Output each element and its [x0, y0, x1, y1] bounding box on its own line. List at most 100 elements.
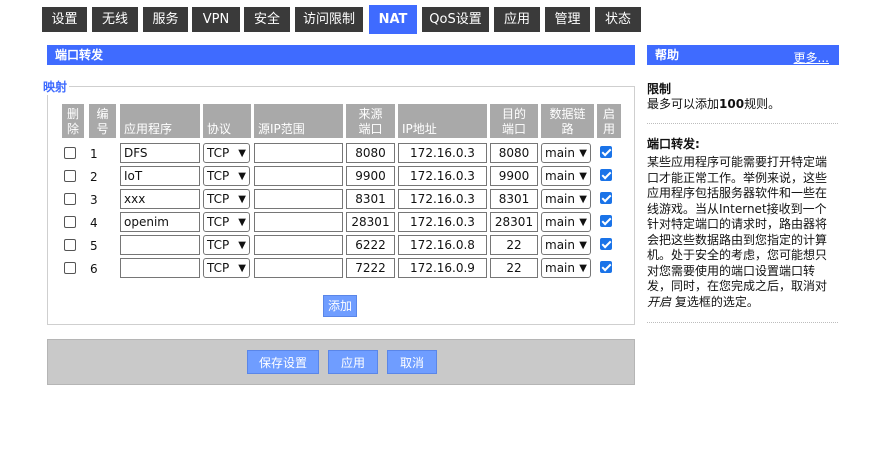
enable-checkbox[interactable] [600, 146, 612, 158]
chevron-down-icon: ▼ [238, 217, 246, 228]
dest-port-input[interactable]: 8080 [490, 143, 538, 163]
row-index: 5 [90, 239, 98, 253]
tab-applications[interactable]: 应用 [494, 7, 540, 32]
application-input[interactable] [120, 235, 200, 255]
save-settings-button[interactable]: 保存设置 [247, 350, 319, 374]
source-ip-input[interactable] [254, 258, 343, 278]
help-port-forward-text: 某些应用程序可能需要打开特定端口才能正常工作。举例来说，这些应用程序包括服务器软… [647, 155, 828, 309]
chevron-down-icon: ▼ [579, 194, 587, 205]
source-port-input[interactable]: 9900 [346, 166, 395, 186]
more-link[interactable]: 更多... [794, 48, 829, 68]
enable-checkbox[interactable] [600, 215, 612, 227]
enable-checkbox[interactable] [600, 192, 612, 204]
source-ip-input[interactable] [254, 212, 343, 232]
tab-qos[interactable]: QoS设置 [422, 7, 489, 32]
protocol-select[interactable]: TCP ▼ [203, 189, 250, 209]
row-index: 6 [90, 262, 98, 276]
source-port-input[interactable]: 8301 [346, 189, 395, 209]
col-header-delete: 删 除 [62, 104, 84, 138]
add-button[interactable]: 添加 [323, 295, 357, 317]
ip-address-input[interactable]: 172.16.0.8 [398, 235, 487, 255]
divider [647, 123, 838, 124]
section-title: 端口转发 [47, 45, 635, 65]
delete-checkbox[interactable] [64, 262, 76, 274]
delete-checkbox[interactable] [64, 170, 76, 182]
tab-wireless[interactable]: 无线 [92, 7, 138, 32]
enable-checkbox[interactable] [600, 261, 612, 273]
protocol-select[interactable]: TCP ▼ [203, 212, 250, 232]
ip-address-input[interactable]: 172.16.0.3 [398, 212, 487, 232]
chain-select[interactable]: main ▼ [541, 258, 591, 278]
application-input[interactable]: openim [120, 212, 200, 232]
source-port-input[interactable]: 7222 [346, 258, 395, 278]
source-ip-input[interactable] [254, 235, 343, 255]
dest-port-input[interactable]: 9900 [490, 166, 538, 186]
protocol-select[interactable]: TCP ▼ [203, 235, 250, 255]
chevron-down-icon: ▼ [238, 171, 246, 182]
chain-select[interactable]: main ▼ [541, 235, 591, 255]
chevron-down-icon: ▼ [579, 240, 587, 251]
enable-checkbox[interactable] [600, 169, 612, 181]
chevron-down-icon: ▼ [579, 148, 587, 159]
application-input[interactable]: IoT [120, 166, 200, 186]
col-header-application: 应用程序 [120, 104, 200, 138]
cancel-button[interactable]: 取消 [387, 350, 437, 374]
row-index: 1 [90, 147, 98, 161]
protocol-select[interactable]: TCP ▼ [203, 166, 250, 186]
top-nav: 设置 无线 服务 VPN 安全 访问限制 NAT QoS设置 应用 管理 状态 [0, 0, 885, 34]
chevron-down-icon: ▼ [238, 148, 246, 159]
application-input[interactable]: DFS [120, 143, 200, 163]
delete-checkbox[interactable] [64, 147, 76, 159]
delete-checkbox[interactable] [64, 239, 76, 251]
ip-address-input[interactable]: 172.16.0.3 [398, 143, 487, 163]
dest-port-input[interactable]: 28301 [490, 212, 538, 232]
ip-address-input[interactable]: 172.16.0.9 [398, 258, 487, 278]
help-port-forward-title: 端口转发: [647, 137, 700, 151]
dest-port-input[interactable]: 8301 [490, 189, 538, 209]
tab-security[interactable]: 安全 [244, 7, 290, 32]
application-input[interactable]: xxx [120, 189, 200, 209]
col-header-protocol: 协议 [203, 104, 251, 138]
help-limit-title: 限制 [647, 82, 672, 96]
chain-select[interactable]: main ▼ [541, 143, 591, 163]
source-ip-input[interactable] [254, 143, 343, 163]
chevron-down-icon: ▼ [238, 194, 246, 205]
source-ip-input[interactable] [254, 189, 343, 209]
delete-checkbox[interactable] [64, 193, 76, 205]
source-port-input[interactable]: 28301 [346, 212, 395, 232]
chain-select[interactable]: main ▼ [541, 166, 591, 186]
application-input[interactable] [120, 258, 200, 278]
tab-status[interactable]: 状态 [595, 7, 641, 32]
ip-address-input[interactable]: 172.16.0.3 [398, 166, 487, 186]
tab-setup[interactable]: 设置 [42, 7, 87, 32]
divider [647, 322, 838, 323]
help-title: 帮助 [655, 48, 680, 62]
tab-services[interactable]: 服务 [143, 7, 188, 32]
chevron-down-icon: ▼ [579, 263, 587, 274]
dest-port-input[interactable]: 22 [490, 235, 538, 255]
protocol-select[interactable]: TCP ▼ [203, 143, 250, 163]
tab-nat[interactable]: NAT [369, 5, 417, 34]
enable-checkbox[interactable] [600, 238, 612, 250]
col-header-source-port: 来源 端口 [346, 104, 395, 138]
row-index: 3 [90, 193, 98, 207]
source-ip-input[interactable] [254, 166, 343, 186]
col-header-dest-port: 目的 端口 [490, 104, 538, 138]
tab-administration[interactable]: 管理 [545, 7, 590, 32]
delete-checkbox[interactable] [64, 216, 76, 228]
row-index: 2 [90, 170, 98, 184]
source-port-input[interactable]: 6222 [346, 235, 395, 255]
protocol-select[interactable]: TCP ▼ [203, 258, 250, 278]
source-port-input[interactable]: 8080 [346, 143, 395, 163]
dest-port-input[interactable]: 22 [490, 258, 538, 278]
apply-button[interactable]: 应用 [328, 350, 378, 374]
chain-select[interactable]: main ▼ [541, 212, 591, 232]
col-header-enable: 启 用 [597, 104, 621, 138]
tab-vpn[interactable]: VPN [192, 7, 240, 32]
tab-access-restrictions[interactable]: 访问限制 [295, 7, 363, 32]
ip-address-input[interactable]: 172.16.0.3 [398, 189, 487, 209]
row-index: 4 [90, 216, 98, 230]
col-header-ip-address: IP地址 [398, 104, 487, 138]
col-header-chain: 数据链 路 [541, 104, 594, 138]
chain-select[interactable]: main ▼ [541, 189, 591, 209]
